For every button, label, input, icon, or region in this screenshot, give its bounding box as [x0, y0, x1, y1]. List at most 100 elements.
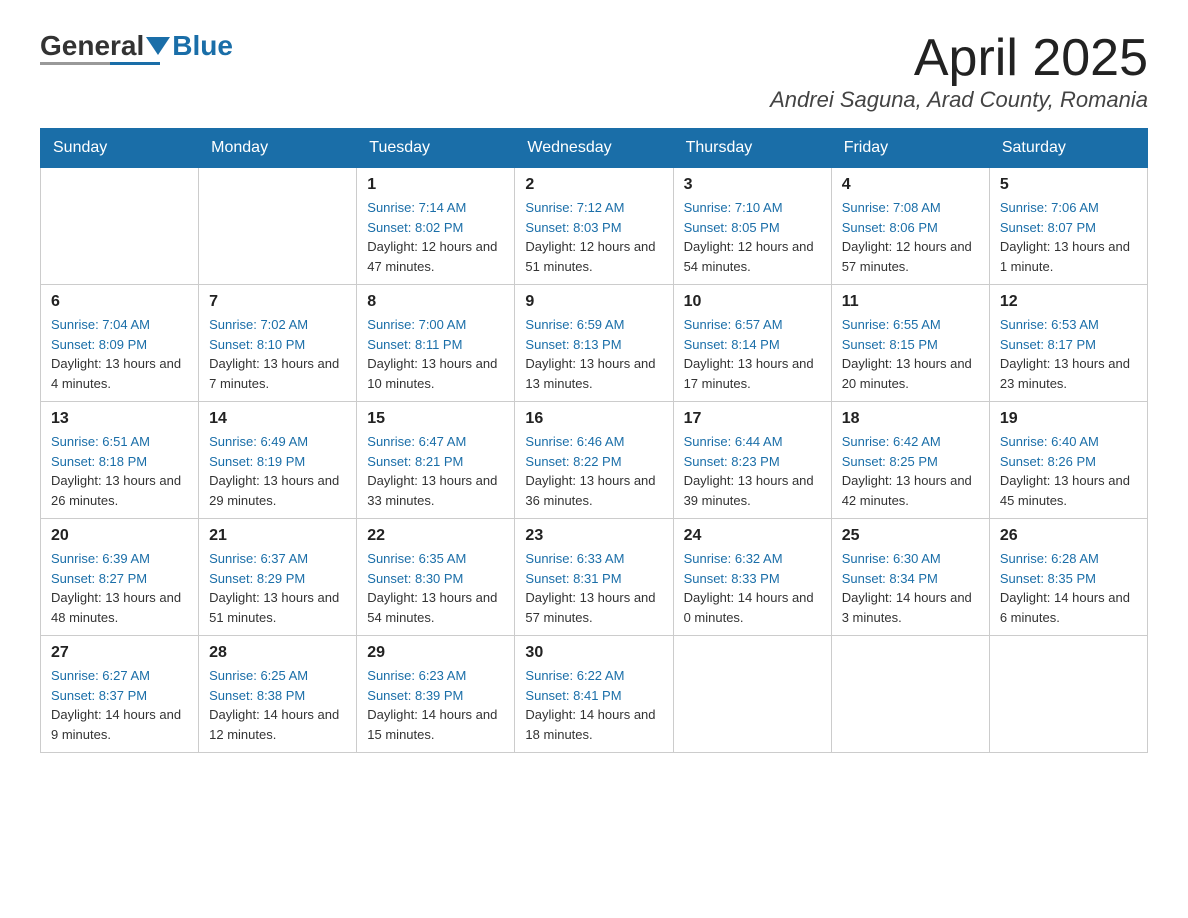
sunrise-time: Sunrise: 6:23 AM — [367, 668, 466, 683]
day-number: 3 — [684, 176, 821, 194]
day-number: 11 — [842, 293, 979, 311]
calendar-day-cell: 28Sunrise: 6:25 AMSunset: 8:38 PMDayligh… — [199, 636, 357, 753]
sunset-time: Sunset: 8:30 PM — [367, 571, 463, 586]
day-number: 15 — [367, 410, 504, 428]
location-label: Andrei Saguna, Arad County, Romania — [770, 87, 1148, 113]
sunrise-time: Sunrise: 6:35 AM — [367, 551, 466, 566]
daylight-duration: Daylight: 13 hours and 33 minutes. — [367, 473, 497, 508]
sunrise-time: Sunrise: 7:00 AM — [367, 317, 466, 332]
daylight-duration: Daylight: 13 hours and 51 minutes. — [209, 590, 339, 625]
sunset-time: Sunset: 8:26 PM — [1000, 454, 1096, 469]
calendar-day-cell: 1Sunrise: 7:14 AMSunset: 8:02 PMDaylight… — [357, 168, 515, 285]
day-number: 19 — [1000, 410, 1137, 428]
day-info: Sunrise: 7:10 AMSunset: 8:05 PMDaylight:… — [684, 198, 821, 276]
day-info: Sunrise: 6:32 AMSunset: 8:33 PMDaylight:… — [684, 549, 821, 627]
logo-line-gray — [40, 62, 110, 65]
calendar-day-cell: 19Sunrise: 6:40 AMSunset: 8:26 PMDayligh… — [989, 402, 1147, 519]
sunrise-time: Sunrise: 7:08 AM — [842, 200, 941, 215]
daylight-duration: Daylight: 14 hours and 12 minutes. — [209, 707, 339, 742]
calendar-day-cell: 13 Sunrise: 6:51 AM Sunset: 8:18 PM Dayligh… — [41, 402, 199, 519]
logo: General Blue — [40, 30, 233, 65]
day-number: 25 — [842, 527, 979, 545]
weekday-header-saturday: Saturday — [989, 129, 1147, 168]
sunrise-time: Sunrise: 6:42 AM — [842, 434, 941, 449]
day-number: 21 — [209, 527, 346, 545]
logo-general-text: General — [40, 30, 144, 62]
sunrise-time: Sunrise: 7:04 AM — [51, 317, 150, 332]
calendar-day-cell: 20Sunrise: 6:39 AMSunset: 8:27 PMDayligh… — [41, 519, 199, 636]
daylight-duration: Daylight: 12 hours and 54 minutes. — [684, 239, 814, 274]
month-title: April 2025 — [770, 30, 1148, 87]
calendar-day-cell: 3 Sunrise: 7:10 AMSunset: 8:05 PMDaylight… — [673, 168, 831, 285]
sunrise-time: Sunrise: 7:12 AM — [525, 200, 624, 215]
sunset-time: Sunset: 8:18 PM — [51, 454, 147, 469]
calendar-header: SundayMondayTuesdayWednesdayThursdayFrid… — [41, 129, 1148, 168]
calendar-day-cell: 27Sunrise: 6:27 AMSunset: 8:37 PMDayligh… — [41, 636, 199, 753]
sunset-time: Sunset: 8:17 PM — [1000, 337, 1096, 352]
daylight-duration: Daylight: 14 hours and 0 minutes. — [684, 590, 814, 625]
sunrise-time: Sunrise: 6:28 AM — [1000, 551, 1099, 566]
weekday-header-monday: Monday — [199, 129, 357, 168]
sunrise-time: Sunrise: 7:02 AM — [209, 317, 308, 332]
sunset-time: Sunset: 8:41 PM — [525, 688, 621, 703]
day-number: 30 — [525, 644, 662, 662]
daylight-duration: Daylight: 13 hours and 4 minutes. — [51, 356, 181, 391]
sunset-time: Sunset: 8:13 PM — [525, 337, 621, 352]
daylight-duration: Daylight: 14 hours and 9 minutes. — [51, 707, 181, 742]
daylight-duration: Daylight: 12 hours and 51 minutes. — [525, 239, 655, 274]
logo-blue-text: Blue — [172, 30, 233, 62]
sunset-time: Sunset: 8:14 PM — [684, 337, 780, 352]
sunset-time: Sunset: 8:37 PM — [51, 688, 147, 703]
sunset-time: Sunset: 8:21 PM — [367, 454, 463, 469]
day-info: Sunrise: 6:39 AMSunset: 8:27 PMDaylight:… — [51, 549, 188, 627]
calendar-day-cell — [199, 168, 357, 285]
day-number: 8 — [367, 293, 504, 311]
calendar-day-cell: 8Sunrise: 7:00 AMSunset: 8:11 PMDaylight… — [357, 285, 515, 402]
day-number: 4 — [842, 176, 979, 194]
calendar-day-cell: 16Sunrise: 6:46 AMSunset: 8:22 PMDayligh… — [515, 402, 673, 519]
calendar-day-cell: 23Sunrise: 6:33 AMSunset: 8:31 PMDayligh… — [515, 519, 673, 636]
calendar-day-cell: 10Sunrise: 6:57 AMSunset: 8:14 PMDayligh… — [673, 285, 831, 402]
weekday-header-friday: Friday — [831, 129, 989, 168]
calendar-day-cell: 18Sunrise: 6:42 AMSunset: 8:25 PMDayligh… — [831, 402, 989, 519]
sunrise-time: Sunrise: 6:30 AM — [842, 551, 941, 566]
sunrise-time: Sunrise: 6:25 AM — [209, 668, 308, 683]
daylight-duration: Daylight: 13 hours and 45 minutes. — [1000, 473, 1130, 508]
calendar-body: 1Sunrise: 7:14 AMSunset: 8:02 PMDaylight… — [41, 168, 1148, 753]
day-info: Sunrise: 6:46 AMSunset: 8:22 PMDaylight:… — [525, 432, 662, 510]
calendar-day-cell: 21Sunrise: 6:37 AMSunset: 8:29 PMDayligh… — [199, 519, 357, 636]
sunrise-time: Sunrise: 6:51 AM — [51, 434, 150, 449]
calendar-day-cell: 14Sunrise: 6:49 AMSunset: 8:19 PMDayligh… — [199, 402, 357, 519]
daylight-duration: Daylight: 13 hours and 39 minutes. — [684, 473, 814, 508]
sunrise-time: Sunrise: 7:10 AM — [684, 200, 783, 215]
daylight-duration: Daylight: 13 hours and 42 minutes. — [842, 473, 972, 508]
day-info: Sunrise: 7:02 AMSunset: 8:10 PMDaylight:… — [209, 315, 346, 393]
sunrise-time: Sunrise: 6:57 AM — [684, 317, 783, 332]
day-number: 9 — [525, 293, 662, 311]
day-number: 23 — [525, 527, 662, 545]
daylight-duration: Daylight: 13 hours and 26 minutes. — [51, 473, 181, 508]
sunset-time: Sunset: 8:23 PM — [684, 454, 780, 469]
day-number: 13 — [51, 410, 188, 428]
daylight-duration: Daylight: 13 hours and 13 minutes. — [525, 356, 655, 391]
day-info: Sunrise: 6:22 AMSunset: 8:41 PMDaylight:… — [525, 666, 662, 744]
calendar-table: SundayMondayTuesdayWednesdayThursdayFrid… — [40, 128, 1148, 753]
day-info: Sunrise: 6:23 AMSunset: 8:39 PMDaylight:… — [367, 666, 504, 744]
day-info: Sunrise: 6:30 AMSunset: 8:34 PMDaylight:… — [842, 549, 979, 627]
sunset-time: Sunset: 8:15 PM — [842, 337, 938, 352]
sunset-time: Sunset: 8:11 PM — [367, 337, 462, 352]
sunset-time: Sunset: 8:38 PM — [209, 688, 305, 703]
calendar-day-cell: 25Sunrise: 6:30 AMSunset: 8:34 PMDayligh… — [831, 519, 989, 636]
page-header: General Blue April 2025 Andrei Saguna, A… — [40, 30, 1148, 113]
day-number: 26 — [1000, 527, 1137, 545]
calendar-day-cell: 12Sunrise: 6:53 AMSunset: 8:17 PMDayligh… — [989, 285, 1147, 402]
day-number: 27 — [51, 644, 188, 662]
sunrise-time: Sunrise: 6:55 AM — [842, 317, 941, 332]
calendar-week-row: 27Sunrise: 6:27 AMSunset: 8:37 PMDayligh… — [41, 636, 1148, 753]
daylight-duration: Daylight: 13 hours and 36 minutes. — [525, 473, 655, 508]
sunset-time: Sunset: 8:34 PM — [842, 571, 938, 586]
daylight-duration: Daylight: 12 hours and 57 minutes. — [842, 239, 972, 274]
day-info: Sunrise: 6:28 AMSunset: 8:35 PMDaylight:… — [1000, 549, 1137, 627]
sunrise-time: Sunrise: 6:37 AM — [209, 551, 308, 566]
sunset-time: Sunset: 8:39 PM — [367, 688, 463, 703]
